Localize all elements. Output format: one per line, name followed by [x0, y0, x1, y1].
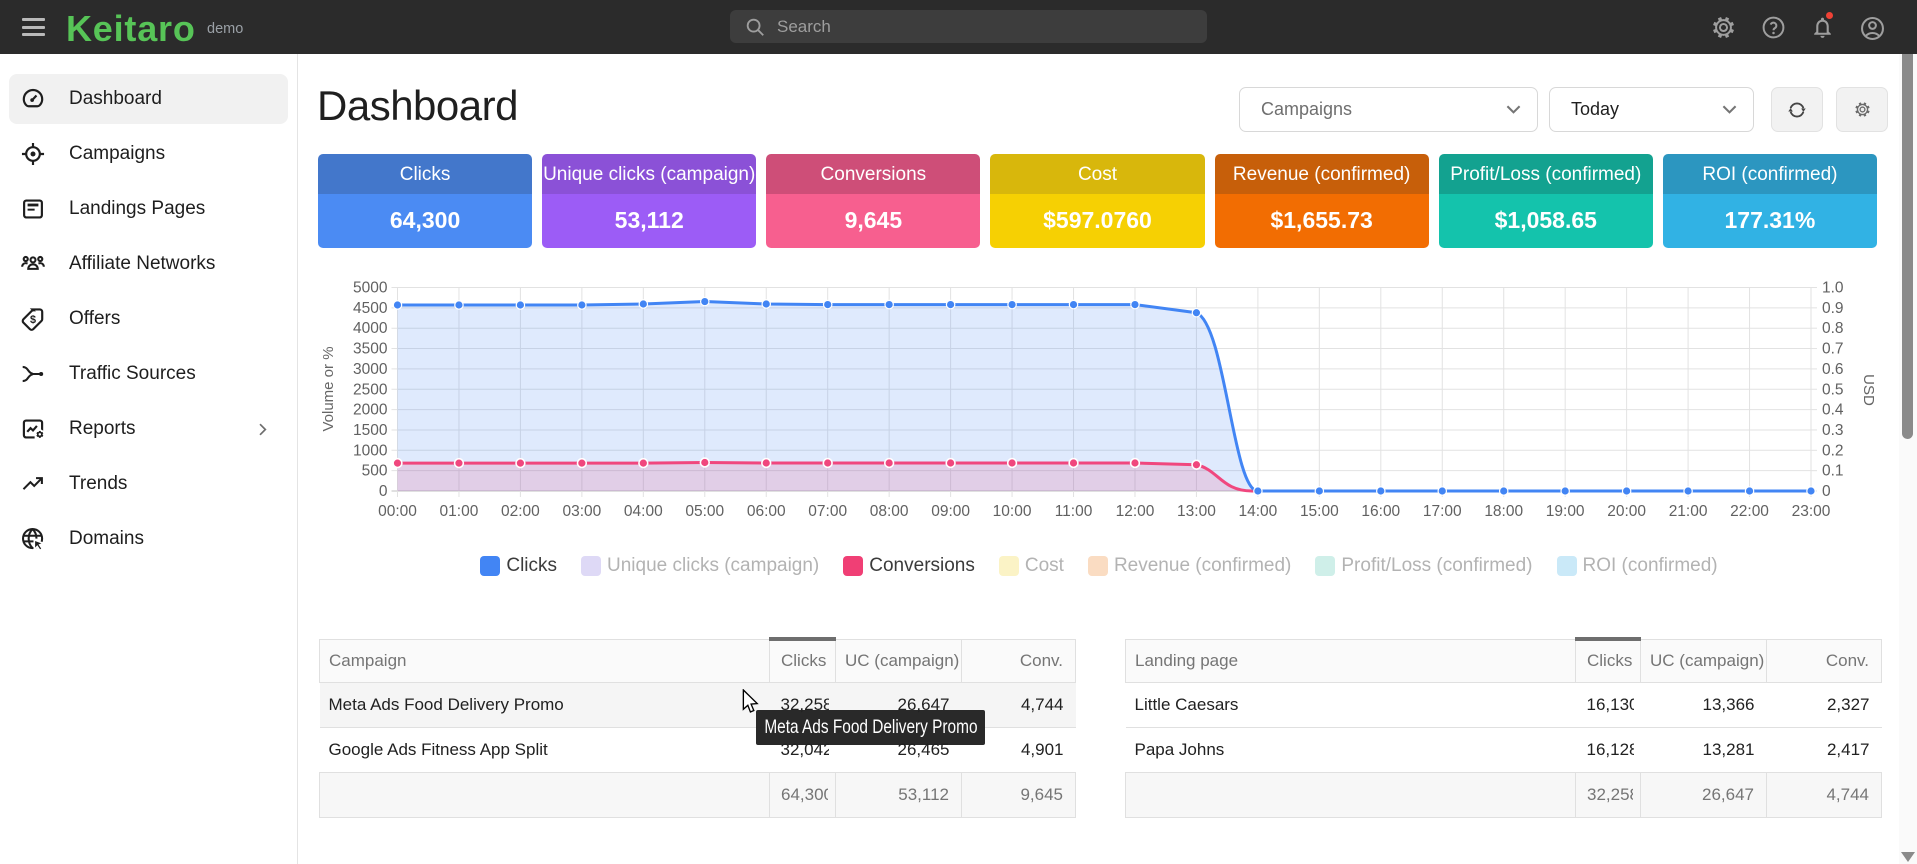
svg-text:06:00: 06:00	[747, 503, 786, 520]
svg-text:5000: 5000	[353, 280, 388, 297]
svg-text:21:00: 21:00	[1669, 503, 1708, 520]
svg-text:10:00: 10:00	[993, 503, 1032, 520]
svg-text:04:00: 04:00	[624, 503, 663, 520]
svg-text:0.3: 0.3	[1822, 422, 1844, 439]
svg-text:00:00: 00:00	[378, 503, 417, 520]
svg-text:20:00: 20:00	[1607, 503, 1646, 520]
svg-text:1500: 1500	[353, 422, 388, 439]
svg-text:500: 500	[362, 463, 388, 480]
svg-text:13:00: 13:00	[1177, 503, 1216, 520]
svg-text:19:00: 19:00	[1546, 503, 1585, 520]
svg-text:02:00: 02:00	[501, 503, 540, 520]
svg-text:1.0: 1.0	[1822, 280, 1844, 297]
svg-text:22:00: 22:00	[1730, 503, 1769, 520]
svg-text:05:00: 05:00	[685, 503, 724, 520]
svg-text:16:00: 16:00	[1361, 503, 1400, 520]
svg-text:0.6: 0.6	[1822, 361, 1844, 378]
svg-text:0: 0	[1822, 483, 1831, 500]
svg-text:2500: 2500	[353, 381, 388, 398]
svg-text:0: 0	[379, 483, 388, 500]
svg-text:0.2: 0.2	[1822, 442, 1844, 459]
svg-text:09:00: 09:00	[931, 503, 970, 520]
svg-text:1000: 1000	[353, 442, 388, 459]
svg-text:0.9: 0.9	[1822, 300, 1844, 317]
svg-text:15:00: 15:00	[1300, 503, 1339, 520]
svg-text:12:00: 12:00	[1116, 503, 1155, 520]
svg-text:4000: 4000	[353, 320, 388, 337]
svg-text:0.4: 0.4	[1822, 402, 1844, 419]
svg-text:08:00: 08:00	[870, 503, 909, 520]
svg-text:01:00: 01:00	[440, 503, 479, 520]
svg-text:17:00: 17:00	[1423, 503, 1462, 520]
svg-text:07:00: 07:00	[808, 503, 847, 520]
svg-text:Volume or %: Volume or %	[320, 346, 337, 431]
svg-text:3500: 3500	[353, 341, 388, 358]
svg-text:23:00: 23:00	[1792, 503, 1831, 520]
svg-text:0.7: 0.7	[1822, 341, 1844, 358]
svg-text:$: $	[30, 314, 36, 326]
svg-text:4500: 4500	[353, 300, 388, 317]
svg-text:0.5: 0.5	[1822, 381, 1844, 398]
svg-text:11:00: 11:00	[1055, 503, 1093, 520]
svg-text:2000: 2000	[353, 402, 388, 419]
svg-text:03:00: 03:00	[562, 503, 601, 520]
svg-text:3000: 3000	[353, 361, 388, 378]
svg-text:18:00: 18:00	[1484, 503, 1523, 520]
svg-text:14:00: 14:00	[1238, 503, 1277, 520]
svg-text:0.1: 0.1	[1822, 463, 1844, 480]
svg-text:0.8: 0.8	[1822, 320, 1844, 337]
svg-text:USD: USD	[1860, 374, 1877, 406]
